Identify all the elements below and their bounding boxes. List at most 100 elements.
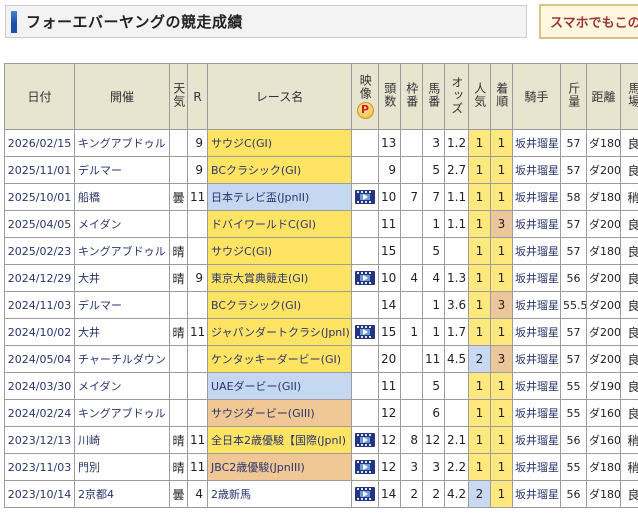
race-venue-link[interactable]: 船橋 bbox=[75, 184, 170, 211]
video-cell[interactable] bbox=[352, 211, 379, 238]
race-date-link[interactable]: 2025/04/05 bbox=[5, 211, 75, 238]
horse-number: 3 bbox=[423, 130, 445, 157]
race-name-link[interactable]: ケンタッキーダービー(GI) bbox=[208, 346, 352, 373]
race-venue-link[interactable]: メイダン bbox=[75, 211, 170, 238]
video-cell[interactable] bbox=[352, 265, 379, 292]
race-date-link[interactable]: 2024/05/04 bbox=[5, 346, 75, 373]
race-name-link[interactable]: 東京大賞典競走(GI) bbox=[208, 265, 352, 292]
race-venue-link[interactable]: キングアブドゥル bbox=[75, 400, 170, 427]
video-cell[interactable] bbox=[352, 238, 379, 265]
jockey-link[interactable]: 坂井瑠星 bbox=[513, 157, 561, 184]
video-icon[interactable] bbox=[355, 460, 375, 474]
video-cell[interactable] bbox=[352, 481, 379, 508]
jockey-link[interactable]: 坂井瑠星 bbox=[513, 211, 561, 238]
race-venue-link[interactable]: 大井 bbox=[75, 265, 170, 292]
video-cell[interactable] bbox=[352, 130, 379, 157]
jockey-link[interactable]: 坂井瑠星 bbox=[513, 184, 561, 211]
col-header-weather: 天気 bbox=[170, 64, 188, 130]
race-date-link[interactable]: 2024/03/30 bbox=[5, 373, 75, 400]
race-date-link[interactable]: 2025/11/01 bbox=[5, 157, 75, 184]
race-name-link[interactable]: サウジC(GI) bbox=[208, 130, 352, 157]
race-weather: 曇 bbox=[170, 184, 188, 211]
race-venue-link[interactable]: キングアブドゥル bbox=[75, 238, 170, 265]
race-venue-link[interactable]: 川崎 bbox=[75, 427, 170, 454]
col-header-odds: オッズ bbox=[445, 64, 469, 130]
race-date-link[interactable]: 2023/11/03 bbox=[5, 454, 75, 481]
jockey-link[interactable]: 坂井瑠星 bbox=[513, 265, 561, 292]
race-date-link[interactable]: 2023/10/14 bbox=[5, 481, 75, 508]
race-date-link[interactable]: 2024/11/03 bbox=[5, 292, 75, 319]
race-venue-link[interactable]: 2京都4 bbox=[75, 481, 170, 508]
video-cell[interactable] bbox=[352, 319, 379, 346]
jockey-link[interactable]: 坂井瑠星 bbox=[513, 481, 561, 508]
race-venue-link[interactable]: 門別 bbox=[75, 454, 170, 481]
track-condition: 良 bbox=[621, 346, 638, 373]
jockey-link[interactable]: 坂井瑠星 bbox=[513, 400, 561, 427]
race-distance: ダ1800 bbox=[587, 481, 621, 508]
video-cell[interactable] bbox=[352, 454, 379, 481]
race-name-link[interactable]: BCクラシック(GI) bbox=[208, 157, 352, 184]
page-header: フォーエバーヤングの競走成績 bbox=[5, 5, 527, 38]
finish-position: 3 bbox=[491, 346, 513, 373]
table-row: 2025/10/01 船橋 曇 11 日本テレビ盃(JpnII) 10 7 7 … bbox=[5, 184, 638, 211]
race-venue-link[interactable]: チャーチルダウン bbox=[75, 346, 170, 373]
jockey-link[interactable]: 坂井瑠星 bbox=[513, 319, 561, 346]
race-name-link[interactable]: 日本テレビ盃(JpnII) bbox=[208, 184, 352, 211]
video-icon[interactable] bbox=[355, 271, 375, 285]
video-cell[interactable] bbox=[352, 373, 379, 400]
video-cell[interactable] bbox=[352, 346, 379, 373]
video-icon[interactable] bbox=[355, 433, 375, 447]
race-date-link[interactable]: 2025/02/23 bbox=[5, 238, 75, 265]
jockey-link[interactable]: 坂井瑠星 bbox=[513, 346, 561, 373]
race-venue-link[interactable]: デルマー bbox=[75, 292, 170, 319]
race-date-link[interactable]: 2024/12/29 bbox=[5, 265, 75, 292]
jockey-link[interactable]: 坂井瑠星 bbox=[513, 373, 561, 400]
race-name-link[interactable]: JBC2歳優駿(JpnIII) bbox=[208, 454, 352, 481]
race-venue-link[interactable]: デルマー bbox=[75, 157, 170, 184]
jockey-link[interactable]: 坂井瑠星 bbox=[513, 238, 561, 265]
race-date-link[interactable]: 2023/12/13 bbox=[5, 427, 75, 454]
horse-count: 15 bbox=[379, 238, 401, 265]
video-cell[interactable] bbox=[352, 157, 379, 184]
race-name-link[interactable]: サウジC(GI) bbox=[208, 238, 352, 265]
race-distance: ダ2000 bbox=[587, 211, 621, 238]
race-name-link[interactable]: ドバイワールドC(GI) bbox=[208, 211, 352, 238]
race-name-link[interactable]: 全日本2歳優駿【国際(JpnI) bbox=[208, 427, 352, 454]
jockey-link[interactable]: 坂井瑠星 bbox=[513, 130, 561, 157]
race-name-link[interactable]: BCクラシック(GI) bbox=[208, 292, 352, 319]
horse-count: 12 bbox=[379, 400, 401, 427]
race-name-link[interactable]: サウジダービー(GIII) bbox=[208, 400, 352, 427]
race-venue-link[interactable]: 大井 bbox=[75, 319, 170, 346]
race-weather bbox=[170, 130, 188, 157]
jockey-link[interactable]: 坂井瑠星 bbox=[513, 292, 561, 319]
odds-value: 1.1 bbox=[445, 211, 469, 238]
race-date-link[interactable]: 2024/02/24 bbox=[5, 400, 75, 427]
play-icon bbox=[360, 437, 370, 443]
horse-count: 12 bbox=[379, 427, 401, 454]
race-date-link[interactable]: 2026/02/15 bbox=[5, 130, 75, 157]
race-number: 9 bbox=[188, 265, 208, 292]
popularity-rank: 1 bbox=[469, 427, 491, 454]
race-date-link[interactable]: 2024/10/02 bbox=[5, 319, 75, 346]
jockey-link[interactable]: 坂井瑠星 bbox=[513, 454, 561, 481]
video-cell[interactable] bbox=[352, 184, 379, 211]
finish-position: 1 bbox=[491, 373, 513, 400]
video-icon[interactable] bbox=[355, 325, 375, 339]
video-icon[interactable] bbox=[355, 190, 375, 204]
race-name-link[interactable]: 2歳新馬 bbox=[208, 481, 352, 508]
popularity-rank: 1 bbox=[469, 292, 491, 319]
race-venue-link[interactable]: メイダン bbox=[75, 373, 170, 400]
horse-count: 9 bbox=[379, 157, 401, 184]
video-icon[interactable] bbox=[355, 487, 375, 501]
race-venue-link[interactable]: キングアブドゥル bbox=[75, 130, 170, 157]
popularity-rank: 1 bbox=[469, 130, 491, 157]
race-name-link[interactable]: ジャパンダートクラシ(JpnI) bbox=[208, 319, 352, 346]
video-cell[interactable] bbox=[352, 292, 379, 319]
smartphone-page-button[interactable]: スマホでもこのペ bbox=[539, 4, 638, 39]
race-name-link[interactable]: UAEダービー(GII) bbox=[208, 373, 352, 400]
race-date-link[interactable]: 2025/10/01 bbox=[5, 184, 75, 211]
video-cell[interactable] bbox=[352, 427, 379, 454]
col-header-horses: 頭数 bbox=[379, 64, 401, 130]
jockey-link[interactable]: 坂井瑠星 bbox=[513, 427, 561, 454]
video-cell[interactable] bbox=[352, 400, 379, 427]
